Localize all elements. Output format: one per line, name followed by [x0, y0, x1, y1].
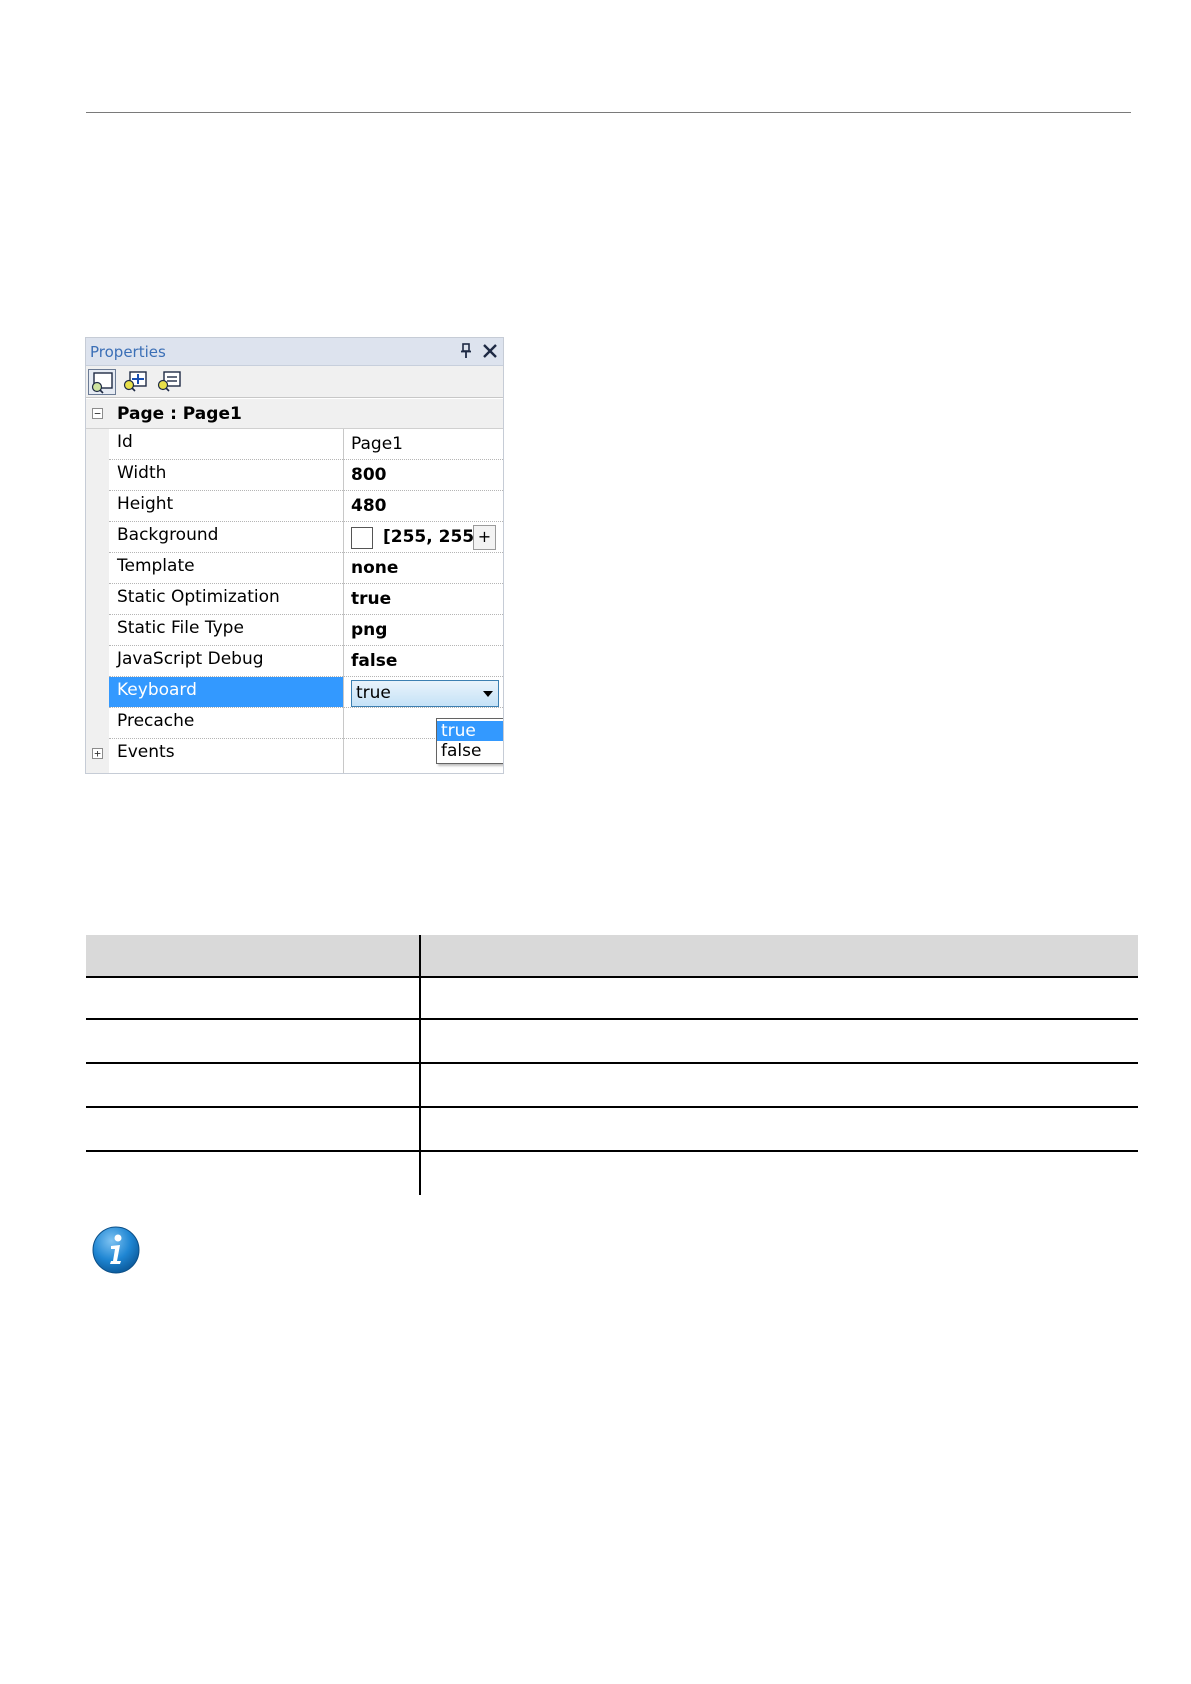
property-row-keyboard[interactable]: Keyboard true [109, 677, 503, 708]
keyboard-select[interactable]: true [351, 680, 499, 707]
property-value[interactable]: [255, 255 + [344, 522, 501, 552]
table-column-divider [419, 935, 421, 1195]
keyboard-dropdown-list: true false [436, 718, 503, 764]
property-name: Static Optimization [117, 587, 280, 607]
properties-panel: Properties − Page: Page1 Id Page1 Width… [85, 337, 504, 774]
chevron-down-icon[interactable] [483, 691, 493, 697]
property-name: Template [117, 556, 195, 576]
info-icon [91, 1225, 141, 1275]
pin-icon[interactable] [456, 341, 476, 361]
color-swatch[interactable] [351, 527, 373, 549]
property-name: Height [117, 494, 174, 514]
property-value[interactable]: true [344, 677, 501, 707]
expand-color-button[interactable]: + [473, 525, 496, 550]
collapse-icon[interactable]: − [92, 408, 103, 419]
select-value: true [356, 683, 391, 703]
property-row-id[interactable]: Id Page1 [109, 429, 503, 460]
property-row-static-optimization[interactable]: Static Optimization true [109, 584, 503, 615]
property-value[interactable]: true [344, 584, 501, 614]
group-header[interactable]: − Page : Page1 [86, 399, 503, 429]
dropdown-option-true[interactable]: true [437, 721, 503, 741]
panel-header: Properties [86, 338, 503, 366]
table-row-border [86, 1150, 1138, 1152]
add-property-icon[interactable] [122, 369, 150, 395]
property-value[interactable]: 800 [344, 460, 501, 490]
property-row-static-file-type[interactable]: Static File Type png [109, 615, 503, 646]
property-value[interactable]: png [344, 615, 501, 645]
property-value[interactable]: Page1 [344, 429, 501, 459]
table-row-border [86, 1106, 1138, 1108]
property-row-background[interactable]: Background [255, 255 + [109, 522, 503, 553]
color-value: [255, 255 [383, 527, 475, 547]
table-row-border [86, 1018, 1138, 1020]
table-row-border [86, 1062, 1138, 1064]
dropdown-option-false[interactable]: false [437, 741, 503, 761]
close-icon[interactable] [480, 341, 500, 361]
expand-icon[interactable]: + [92, 748, 103, 759]
property-name: Precache [117, 711, 195, 731]
panel-title: Properties [90, 343, 166, 361]
property-name: Keyboard [109, 677, 343, 707]
property-name: Width [117, 463, 167, 483]
property-row-height[interactable]: Height 480 [109, 491, 503, 522]
property-value[interactable]: 480 [344, 491, 501, 521]
property-row-width[interactable]: Width 800 [109, 460, 503, 491]
panel-toolbar [86, 366, 503, 398]
property-name: Background [117, 525, 219, 545]
property-value[interactable]: none [344, 553, 501, 583]
top-rule [86, 112, 1131, 113]
grid-margin [86, 399, 109, 773]
property-name: Id [117, 432, 133, 452]
group-title: Page : Page1 [117, 404, 242, 424]
table-header-cell [86, 935, 419, 976]
property-row-template[interactable]: Template none [109, 553, 503, 584]
table-row-border [86, 976, 1138, 978]
properties-view-icon[interactable] [88, 369, 116, 395]
document-table [86, 935, 1138, 1195]
property-name: Static File Type [117, 618, 244, 638]
table-header-cell [421, 935, 1138, 976]
event-view-icon[interactable] [156, 369, 184, 395]
events-label: Events [117, 742, 175, 762]
property-name: JavaScript Debug [117, 649, 264, 669]
property-value[interactable]: false [344, 646, 501, 676]
property-row-javascript-debug[interactable]: JavaScript Debug false [109, 646, 503, 677]
